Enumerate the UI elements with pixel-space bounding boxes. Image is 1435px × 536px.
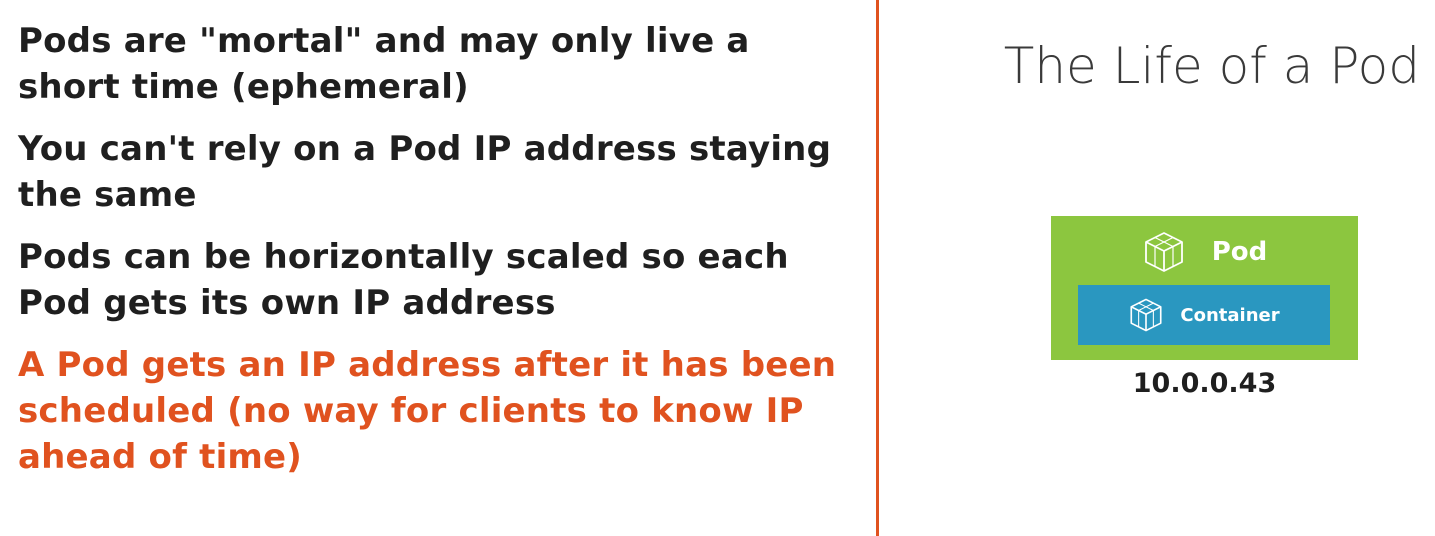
- container-box: Container: [1078, 285, 1330, 345]
- bullet-mortal: Pods are "mortal" and may only live a sh…: [18, 21, 750, 107]
- slide: Pods are "mortal" and may only live a sh…: [0, 0, 1435, 536]
- pod-box: Pod Container: [1051, 216, 1358, 360]
- pod-ip-address: 10.0.0.43: [1132, 368, 1277, 399]
- bullet-ip-not-stable: You can't rely on a Pod IP address stayi…: [18, 129, 832, 215]
- bullet-horizontal-scaling: Pods can be horizontally scaled so each …: [18, 237, 789, 323]
- pod-label: Pod: [1211, 237, 1268, 267]
- cube-icon: [1142, 230, 1186, 274]
- bullet-ip-after-scheduling: A Pod gets an IP address after it has be…: [18, 345, 837, 477]
- vertical-divider: [876, 0, 879, 536]
- container-label: Container: [1180, 304, 1280, 326]
- pod-header: Pod: [1051, 228, 1358, 276]
- bullet-list: Pods are "mortal" and may only live a sh…: [18, 18, 863, 496]
- slide-title: The Life of a Pod: [1003, 37, 1420, 95]
- cube-icon: [1128, 297, 1164, 333]
